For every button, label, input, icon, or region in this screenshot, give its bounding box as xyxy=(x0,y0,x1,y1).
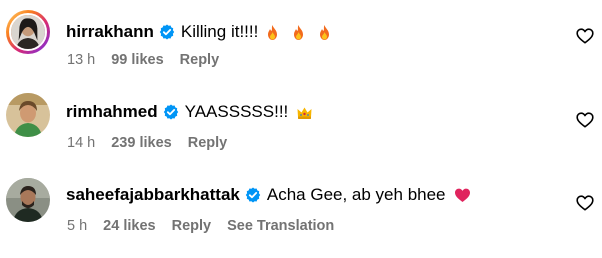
likes-count[interactable]: 24 likes xyxy=(103,218,155,234)
comment-item: hirrakhann Killing it!!!! 13 h 99 likes … xyxy=(0,10,602,80)
username-link[interactable]: hirrakhann xyxy=(66,22,154,42)
like-heart-icon[interactable] xyxy=(576,28,594,44)
verified-badge-icon xyxy=(245,187,261,203)
verified-badge-icon xyxy=(163,104,179,120)
comment-text: Acha Gee, ab yeh bhee xyxy=(266,185,446,204)
reply-button[interactable]: Reply xyxy=(180,52,220,68)
comment-meta: 14 h 239 likes Reply xyxy=(67,135,227,151)
see-translation-button[interactable]: See Translation xyxy=(227,218,334,234)
fire-emoji-icon xyxy=(264,24,281,41)
fire-emoji-icon xyxy=(316,24,333,41)
avatar[interactable] xyxy=(6,93,50,137)
like-heart-icon[interactable] xyxy=(576,195,594,211)
username-link[interactable]: rimhahmed xyxy=(66,102,158,122)
comment-meta: 5 h 24 likes Reply See Translation xyxy=(67,218,334,234)
avatar-photo xyxy=(11,15,45,49)
username-link[interactable]: saheefajabbarkhattak xyxy=(66,185,240,205)
reply-button[interactable]: Reply xyxy=(188,135,228,151)
comment-time[interactable]: 14 h xyxy=(67,135,95,151)
comment-item: rimhahmed YAASSSSS!!! 14 h 239 likes Rep… xyxy=(0,93,602,163)
likes-count[interactable]: 99 likes xyxy=(111,52,163,68)
verified-badge-icon xyxy=(159,24,175,40)
like-heart-icon[interactable] xyxy=(576,112,594,128)
red-heart-emoji-icon xyxy=(454,187,471,204)
comment-text: Killing it!!!! xyxy=(180,22,259,41)
avatar-photo xyxy=(6,178,50,222)
comment-time[interactable]: 13 h xyxy=(67,52,95,68)
comment-line: rimhahmed YAASSSSS!!! xyxy=(66,97,313,127)
avatar-photo xyxy=(6,93,50,137)
likes-count[interactable]: 239 likes xyxy=(111,135,171,151)
comment-text: YAASSSSS!!! xyxy=(184,102,289,121)
comment-item: saheefajabbarkhattak Acha Gee, ab yeh bh… xyxy=(0,178,602,248)
comment-line: hirrakhann Killing it!!!! xyxy=(66,17,333,47)
fire-emoji-icon xyxy=(290,24,307,41)
reply-button[interactable]: Reply xyxy=(172,218,212,234)
comment-line: saheefajabbarkhattak Acha Gee, ab yeh bh… xyxy=(66,180,471,210)
avatar[interactable] xyxy=(6,178,50,222)
comment-meta: 13 h 99 likes Reply xyxy=(67,52,219,68)
comment-time[interactable]: 5 h xyxy=(67,218,87,234)
crown-emoji-icon xyxy=(296,104,313,121)
avatar[interactable] xyxy=(6,10,50,54)
